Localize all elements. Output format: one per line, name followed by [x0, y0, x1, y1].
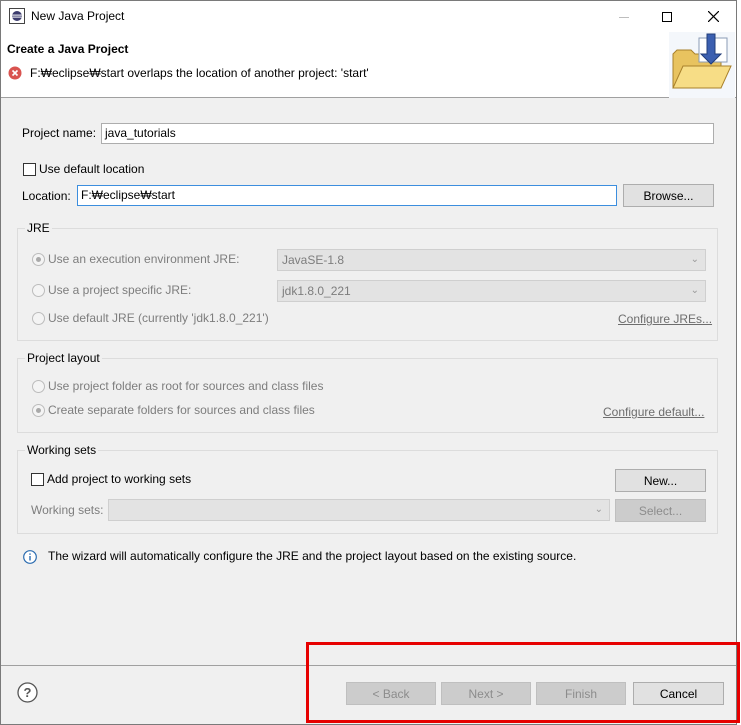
separate-folders-label: Create separate folders for sources and …: [48, 403, 315, 417]
window-title: New Java Project: [31, 9, 125, 23]
project-specific-jre-value: jdk1.8.0_221: [282, 284, 351, 298]
title-bar: New Java Project: [1, 1, 736, 32]
new-java-project-dialog: New Java Project Create a Java Project F…: [0, 0, 737, 725]
close-icon: [707, 11, 719, 22]
configure-default-link[interactable]: Configure default...: [603, 405, 704, 419]
default-jre-radio[interactable]: [32, 312, 45, 325]
info-message: The wizard will automatically configure …: [48, 549, 577, 563]
close-button[interactable]: [690, 1, 736, 32]
highlight-annotation-box: [306, 642, 740, 723]
browse-button[interactable]: Browse...: [623, 184, 714, 207]
add-to-working-sets-label: Add project to working sets: [47, 472, 192, 486]
configure-jres-link[interactable]: Configure JREs...: [618, 312, 712, 326]
use-default-location-label: Use default location: [39, 162, 145, 176]
location-label: Location:: [22, 189, 71, 203]
svg-text:?: ?: [24, 685, 32, 700]
project-layout-group: [17, 358, 718, 433]
separate-folders-radio[interactable]: [32, 404, 45, 417]
new-project-folder-icon: [669, 32, 735, 98]
jre-group-title: JRE: [25, 221, 52, 235]
project-name-input[interactable]: java_tutorials: [101, 123, 714, 144]
project-root-label: Use project folder as root for sources a…: [48, 379, 324, 393]
maximize-button[interactable]: [644, 1, 690, 32]
chevron-down-icon: ⌄: [690, 254, 699, 265]
working-sets-group-title: Working sets: [25, 443, 99, 457]
working-sets-label: Working sets:: [31, 503, 104, 517]
chevron-down-icon: ⌄: [690, 285, 699, 296]
project-name-label: Project name:: [22, 126, 97, 140]
help-icon[interactable]: ?: [17, 682, 38, 703]
default-jre-label: Use default JRE (currently 'jdk1.8.0_221…: [48, 311, 269, 325]
exec-env-jre-radio[interactable]: [32, 253, 45, 266]
exec-env-jre-label: Use an execution environment JRE:: [48, 252, 240, 266]
project-specific-jre-label: Use a project specific JRE:: [48, 283, 192, 297]
wizard-page-title: Create a Java Project: [7, 42, 129, 56]
project-root-radio[interactable]: [32, 380, 45, 393]
project-specific-jre-radio[interactable]: [32, 284, 45, 297]
info-icon: [23, 550, 37, 564]
maximize-icon: [662, 11, 672, 22]
chevron-down-icon: ⌄: [594, 504, 603, 515]
exec-env-select[interactable]: JavaSE-1.8 ⌄: [277, 249, 706, 271]
exec-env-value: JavaSE-1.8: [282, 253, 345, 267]
project-specific-jre-select[interactable]: jdk1.8.0_221 ⌄: [277, 280, 706, 302]
wizard-banner: Create a Java Project F:₩eclipse₩start o…: [1, 32, 736, 98]
project-layout-group-title: Project layout: [25, 351, 102, 365]
minimize-icon: [619, 16, 629, 18]
minimize-button[interactable]: [601, 1, 647, 32]
eclipse-app-icon: [9, 8, 25, 24]
error-icon: [8, 66, 22, 80]
location-input[interactable]: F:₩eclipse₩start: [77, 185, 617, 206]
select-working-sets-button[interactable]: Select...: [615, 499, 706, 522]
use-default-location-checkbox[interactable]: [23, 163, 36, 176]
error-message: F:₩eclipse₩start overlaps the location o…: [30, 66, 369, 80]
working-sets-select[interactable]: ⌄: [108, 499, 610, 521]
working-sets-group: [17, 450, 718, 534]
add-to-working-sets-checkbox[interactable]: [31, 473, 44, 486]
new-working-set-button[interactable]: New...: [615, 469, 706, 492]
